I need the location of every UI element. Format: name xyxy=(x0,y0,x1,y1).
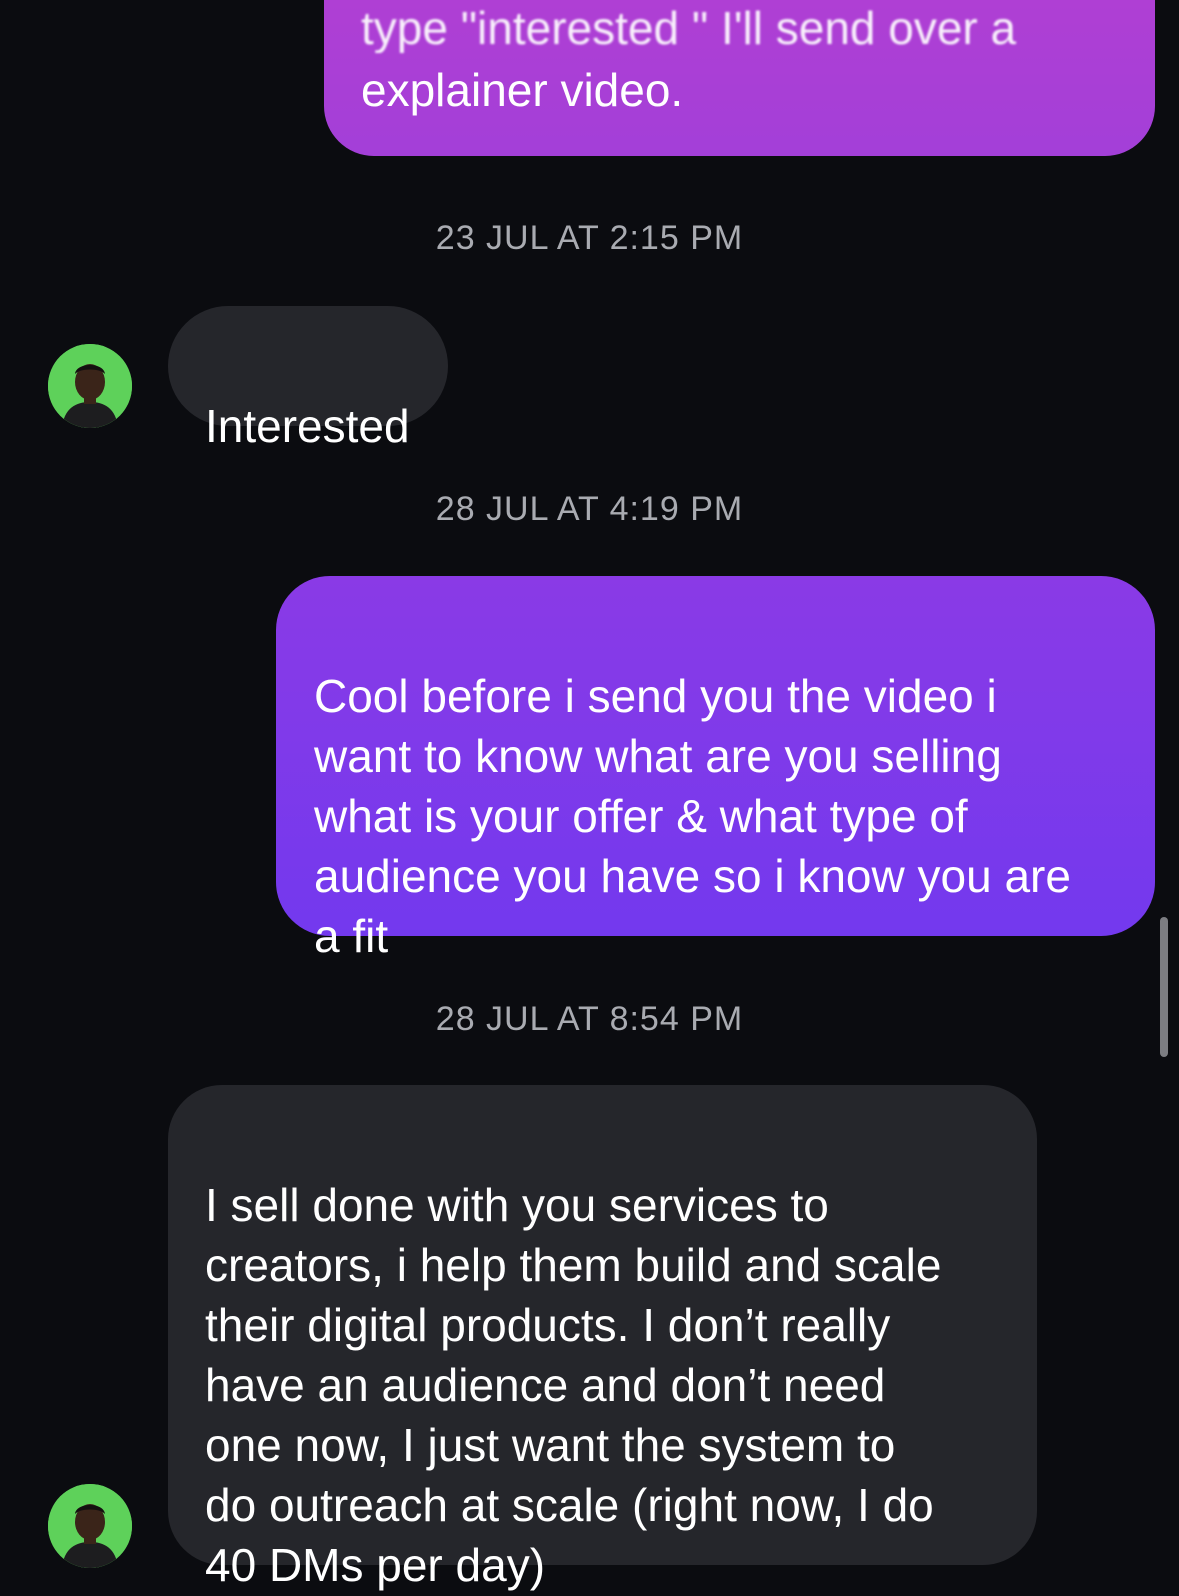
contact-avatar[interactable] xyxy=(48,1484,132,1568)
contact-avatar[interactable] xyxy=(48,344,132,428)
outgoing-message-bubble[interactable]: Cool before i send you the video i want … xyxy=(276,576,1155,962)
outgoing-message-bubble[interactable]: type "interested " I'll send over a expl… xyxy=(324,0,1155,156)
avatar-photo-icon xyxy=(48,1484,132,1568)
message-timestamp: 23 JUL AT 2:15 PM xyxy=(435,219,744,257)
message-text: Interested xyxy=(205,400,410,452)
message-text: explainer video. xyxy=(361,64,684,116)
message-timestamp: 28 JUL AT 4:19 PM xyxy=(435,490,744,528)
message-text: Cool before i send you the video i want … xyxy=(314,670,1071,962)
message-timestamp: 28 JUL AT 8:54 PM xyxy=(435,1000,744,1038)
scrollbar-thumb[interactable] xyxy=(1160,917,1168,1057)
incoming-message-bubble[interactable]: Interested xyxy=(168,306,448,452)
message-text-partial: type "interested " I'll send over a xyxy=(361,3,1017,53)
avatar-photo-icon xyxy=(48,344,132,428)
incoming-message-bubble[interactable]: I sell done with you services to creator… xyxy=(168,1085,1037,1591)
message-text: I sell done with you services to creator… xyxy=(205,1179,942,1591)
